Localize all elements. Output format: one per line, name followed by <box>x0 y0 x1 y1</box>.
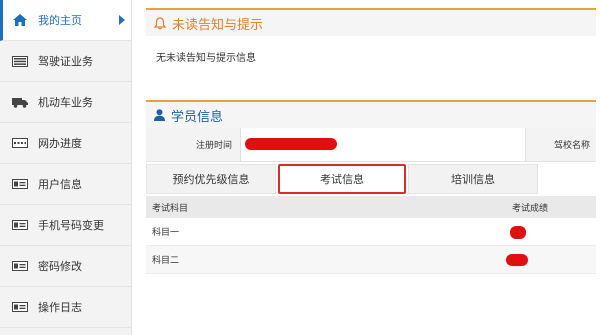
password-card-icon <box>12 260 28 272</box>
tab-training-info[interactable]: 培训信息 <box>408 164 538 194</box>
notice-message: 无未读告知与提示信息 <box>156 52 256 64</box>
truck-icon <box>12 96 28 108</box>
score-cell-redacted <box>506 246 596 273</box>
sidebar-item-log[interactable]: 操作日志 <box>0 287 131 328</box>
sidebar-item-password[interactable]: 密码修改 <box>0 246 131 287</box>
user-card-icon <box>12 178 28 190</box>
sidebar-item-user-info[interactable]: 用户信息 <box>0 164 131 205</box>
sidebar-item-label: 操作日志 <box>38 301 82 314</box>
score-cell-redacted <box>506 218 596 245</box>
student-title: 学员信息 <box>171 109 224 125</box>
sidebar-item-progress[interactable]: 网办进度 <box>0 123 131 164</box>
notice-title: 未读告知与提示 <box>172 17 264 33</box>
license-card-icon <box>12 55 28 67</box>
register-time-value-redacted <box>241 128 526 161</box>
sidebar-item-label: 机动车业务 <box>38 96 93 109</box>
exam-table: 考试科目 考试成绩 科目一 科目二 <box>146 196 596 274</box>
sidebar-item-label: 手机号码变更 <box>38 219 104 232</box>
sidebar-item-home[interactable]: 我的主页 <box>0 0 131 41</box>
sidebar-item-label: 网办进度 <box>38 137 82 150</box>
subject-cell: 科目二 <box>152 256 180 266</box>
driving-school-label: 驾校名称 <box>526 128 596 161</box>
sidebar: 我的主页 驾驶证业务 机动车业务 网办进度 用户信息 手机号码变更 密码修改 操… <box>0 0 132 335</box>
phone-card-icon <box>12 219 28 231</box>
table-header: 考试科目 考试成绩 <box>146 196 596 218</box>
subject-cell: 科目一 <box>152 228 180 238</box>
notice-panel-header: 未读告知与提示 <box>146 8 596 36</box>
progress-icon <box>12 137 28 149</box>
tab-reservation-priority[interactable]: 预约优先级信息 <box>146 164 276 194</box>
sidebar-item-vehicle[interactable]: 机动车业务 <box>0 82 131 123</box>
main-content: 未读告知与提示 无未读告知与提示信息 学员信息 注册时间 驾校名称 预约优先级信… <box>146 8 596 274</box>
table-row: 科目二 <box>146 246 596 274</box>
table-row: 科目一 <box>146 218 596 246</box>
tab-exam-info[interactable]: 考试信息 <box>278 164 406 194</box>
sidebar-item-label: 密码修改 <box>38 260 82 273</box>
student-panel-header: 学员信息 <box>146 100 596 128</box>
column-header-subject: 考试科目 <box>152 203 189 214</box>
sidebar-item-phone-change[interactable]: 手机号码变更 <box>0 205 131 246</box>
sidebar-item-license[interactable]: 驾驶证业务 <box>0 41 131 82</box>
register-time-label: 注册时间 <box>146 128 241 161</box>
sidebar-item-label: 我的主页 <box>38 14 82 27</box>
sidebar-item-label: 驾驶证业务 <box>38 55 93 68</box>
home-icon <box>12 14 28 26</box>
sidebar-item-label: 用户信息 <box>38 178 82 191</box>
chevron-right-icon <box>119 15 125 25</box>
student-info-row: 注册时间 驾校名称 <box>146 128 596 162</box>
column-header-score: 考试成绩 <box>512 203 549 214</box>
info-tabs: 预约优先级信息 考试信息 培训信息 <box>146 164 596 194</box>
bell-icon <box>154 16 166 30</box>
log-card-icon <box>12 301 28 313</box>
user-icon <box>154 109 165 121</box>
